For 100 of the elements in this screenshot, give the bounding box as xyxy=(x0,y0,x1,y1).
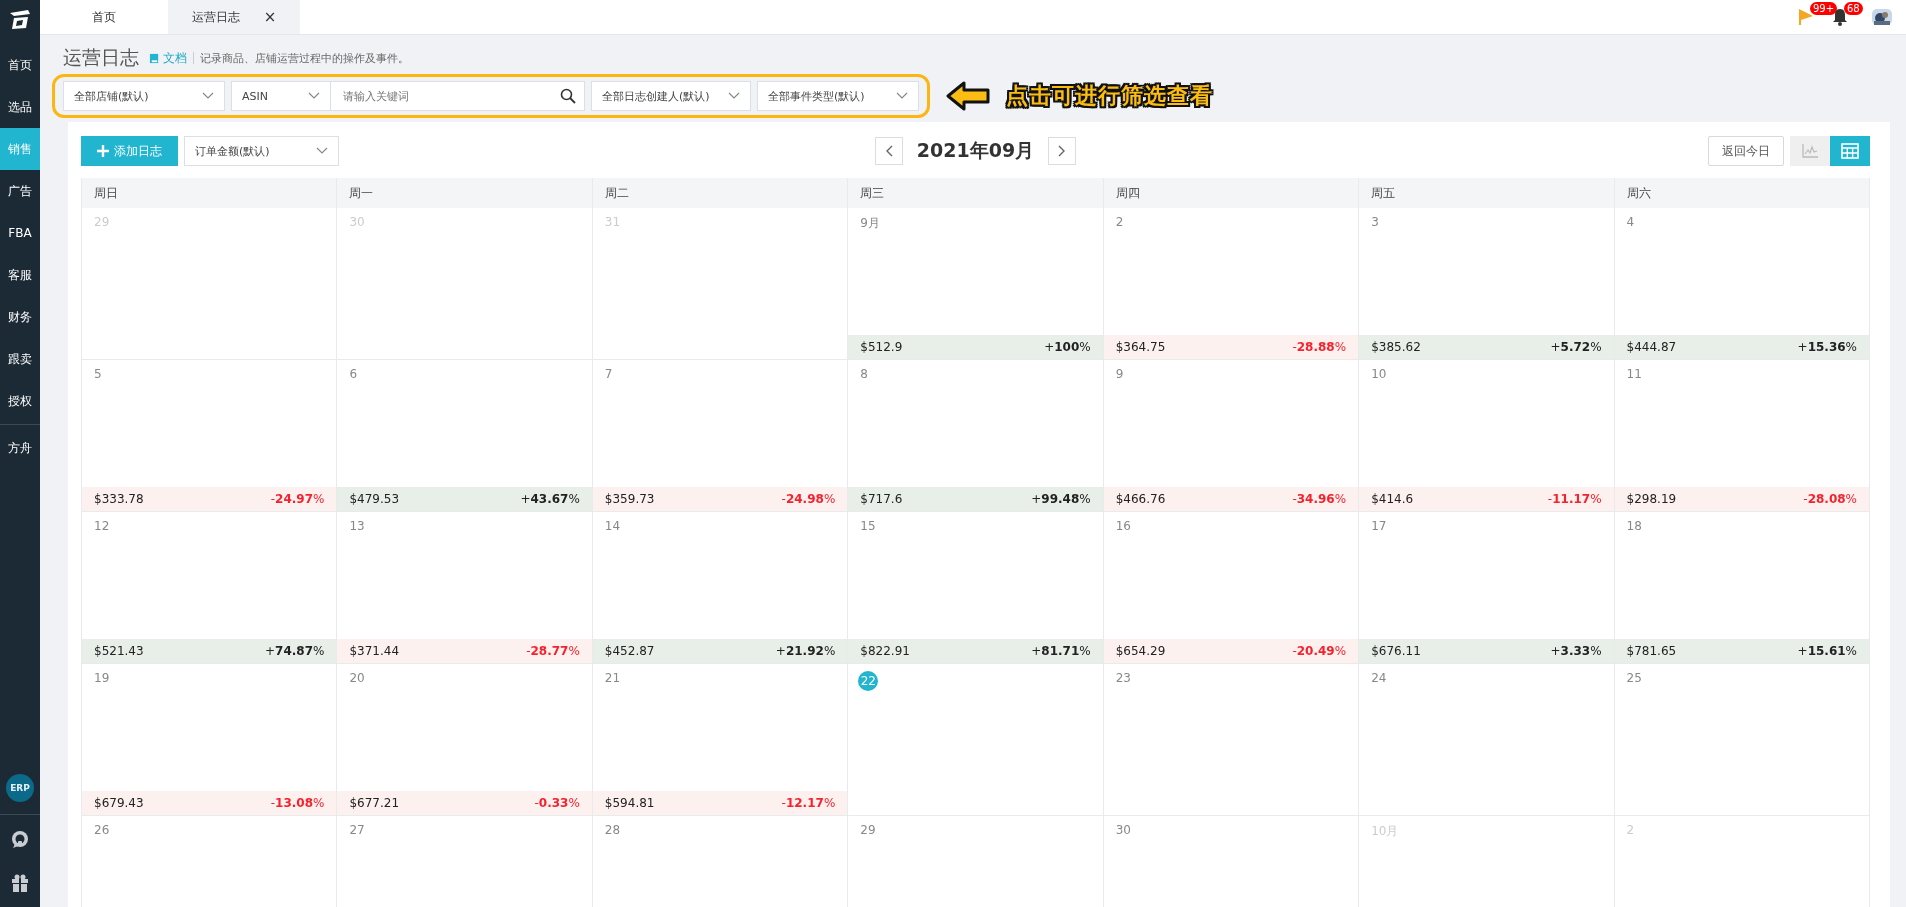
chevron-down-icon xyxy=(728,92,740,100)
day-number: 20 xyxy=(349,671,365,685)
change-percent: -24.97% xyxy=(270,492,325,506)
weekday-header: 周四 xyxy=(1103,178,1360,208)
weekday-header: 周三 xyxy=(848,178,1104,208)
amount-text: $371.44 xyxy=(349,644,400,658)
plus-icon xyxy=(97,145,109,157)
change-percent: -34.96% xyxy=(1292,492,1347,506)
day-number: 5 xyxy=(94,367,102,381)
day-number: 15 xyxy=(860,519,876,533)
day-number: 6 xyxy=(349,367,358,381)
sidebar-item[interactable]: 广告 xyxy=(0,170,40,212)
flag-icon[interactable] xyxy=(1798,8,1814,26)
weekday-header: 周六 xyxy=(1614,178,1870,208)
change-percent: -11.17% xyxy=(1547,492,1602,506)
day-number: 22 xyxy=(858,671,879,691)
amount-text: $452.87 xyxy=(604,644,655,658)
metric-select[interactable]: 订单金额(默认) xyxy=(184,136,339,166)
chevron-left-icon xyxy=(884,145,893,157)
day-number: 9 xyxy=(1115,367,1124,381)
amount-text: $359.73 xyxy=(604,492,655,506)
sidebar-item[interactable]: 跟卖 xyxy=(0,338,40,380)
amount-text: $512.9 xyxy=(860,340,903,354)
sidebar-item[interactable]: 首页 xyxy=(0,44,40,86)
annotation-text: 点击可进行筛选查看 xyxy=(1006,82,1213,110)
bell-icon[interactable] xyxy=(1832,8,1848,26)
day-number: 21 xyxy=(604,671,621,685)
amount-text: $654.29 xyxy=(1115,644,1166,658)
change-percent: -13.08% xyxy=(270,796,325,810)
sidebar-item[interactable]: 财务 xyxy=(0,296,40,338)
change-percent: +99.48% xyxy=(1031,492,1091,506)
logo-icon[interactable] xyxy=(8,8,32,32)
day-number: 28 xyxy=(604,823,621,837)
day-number: 8 xyxy=(860,367,868,381)
sidebar-item[interactable]: FBA xyxy=(0,212,40,254)
day-number: 25 xyxy=(1626,671,1642,685)
day-number: 19 xyxy=(94,671,110,685)
day-number: 7 xyxy=(604,367,613,381)
line-chart-icon xyxy=(1802,144,1818,158)
erp-badge[interactable]: ERP xyxy=(6,774,34,802)
amount-text: $414.6 xyxy=(1371,492,1414,506)
amount-text: $677.21 xyxy=(349,796,400,810)
change-percent: +15.36% xyxy=(1797,340,1857,354)
day-number: 2 xyxy=(1115,215,1124,229)
change-percent: -28.77% xyxy=(526,644,580,658)
day-number: 17 xyxy=(1371,519,1387,533)
amount-text: $594.81 xyxy=(604,796,655,810)
sidebar-item[interactable]: 选品 xyxy=(0,86,40,128)
day-number: 18 xyxy=(1626,519,1642,533)
day-number: 24 xyxy=(1371,671,1387,685)
sidebar-item[interactable]: 客服 xyxy=(0,254,40,296)
change-percent: +74.87% xyxy=(265,644,325,658)
search-icon[interactable] xyxy=(560,88,576,104)
weekday-header: 周日 xyxy=(82,178,338,208)
search-field[interactable]: 请输入关键词 xyxy=(331,81,585,111)
change-percent: -28.08% xyxy=(1803,492,1857,506)
page-description: 记录商品、店铺运营过程中的操作及事件。 xyxy=(200,50,409,66)
change-percent: +21.92% xyxy=(775,644,836,658)
page-title: 运营日志 xyxy=(63,45,139,70)
amount-text: $717.6 xyxy=(860,492,903,506)
change-percent: +81.71% xyxy=(1031,644,1091,658)
day-number: 26 xyxy=(94,823,110,837)
change-percent: +5.72% xyxy=(1550,340,1602,354)
event-type-select[interactable]: 全部事件类型(默认) xyxy=(757,81,919,111)
change-percent: +43.67% xyxy=(520,492,580,506)
store-select[interactable]: 全部店铺(默认) xyxy=(63,81,225,111)
day-number: 9月 xyxy=(860,215,880,232)
day-number: 12 xyxy=(94,519,110,533)
creator-select[interactable]: 全部日志创建人(默认) xyxy=(591,81,751,111)
amount-text: $444.87 xyxy=(1626,340,1677,354)
arrow-icon xyxy=(946,81,990,111)
change-percent: +15.61% xyxy=(1797,644,1857,658)
amount-text: $822.91 xyxy=(860,644,910,658)
tab[interactable]: 运营日志 × xyxy=(168,0,300,34)
weekday-header: 周二 xyxy=(592,178,849,208)
headset-icon[interactable] xyxy=(10,829,30,849)
change-percent: -12.17% xyxy=(781,796,836,810)
chevron-right-icon xyxy=(1058,145,1067,157)
notification-badge: 68 xyxy=(1844,2,1863,15)
amount-text: $385.62 xyxy=(1371,340,1421,354)
day-number: 11 xyxy=(1626,367,1642,381)
amount-text: $676.11 xyxy=(1371,644,1421,658)
field-select[interactable]: ASIN xyxy=(231,81,331,111)
day-number: 29 xyxy=(860,823,876,837)
day-number: 3 xyxy=(1371,215,1379,229)
sidebar-item[interactable]: 授权 xyxy=(0,380,40,422)
gift-icon[interactable] xyxy=(10,873,30,893)
today-button[interactable]: 返回今日 xyxy=(1708,136,1784,166)
tab[interactable]: 首页 xyxy=(40,0,168,34)
chevron-down-icon xyxy=(308,92,320,100)
day-number: 23 xyxy=(1115,671,1131,685)
chevron-down-icon xyxy=(202,92,214,100)
change-percent: -24.98% xyxy=(781,492,836,506)
sidebar-item[interactable]: 方舟 xyxy=(0,427,40,469)
day-number: 30 xyxy=(1115,823,1131,837)
amount-text: $521.43 xyxy=(94,644,144,658)
amount-text: $466.76 xyxy=(1115,492,1166,506)
change-percent: -0.33% xyxy=(534,796,580,810)
weekday-header: 周一 xyxy=(337,178,593,208)
chevron-down-icon xyxy=(896,92,908,100)
